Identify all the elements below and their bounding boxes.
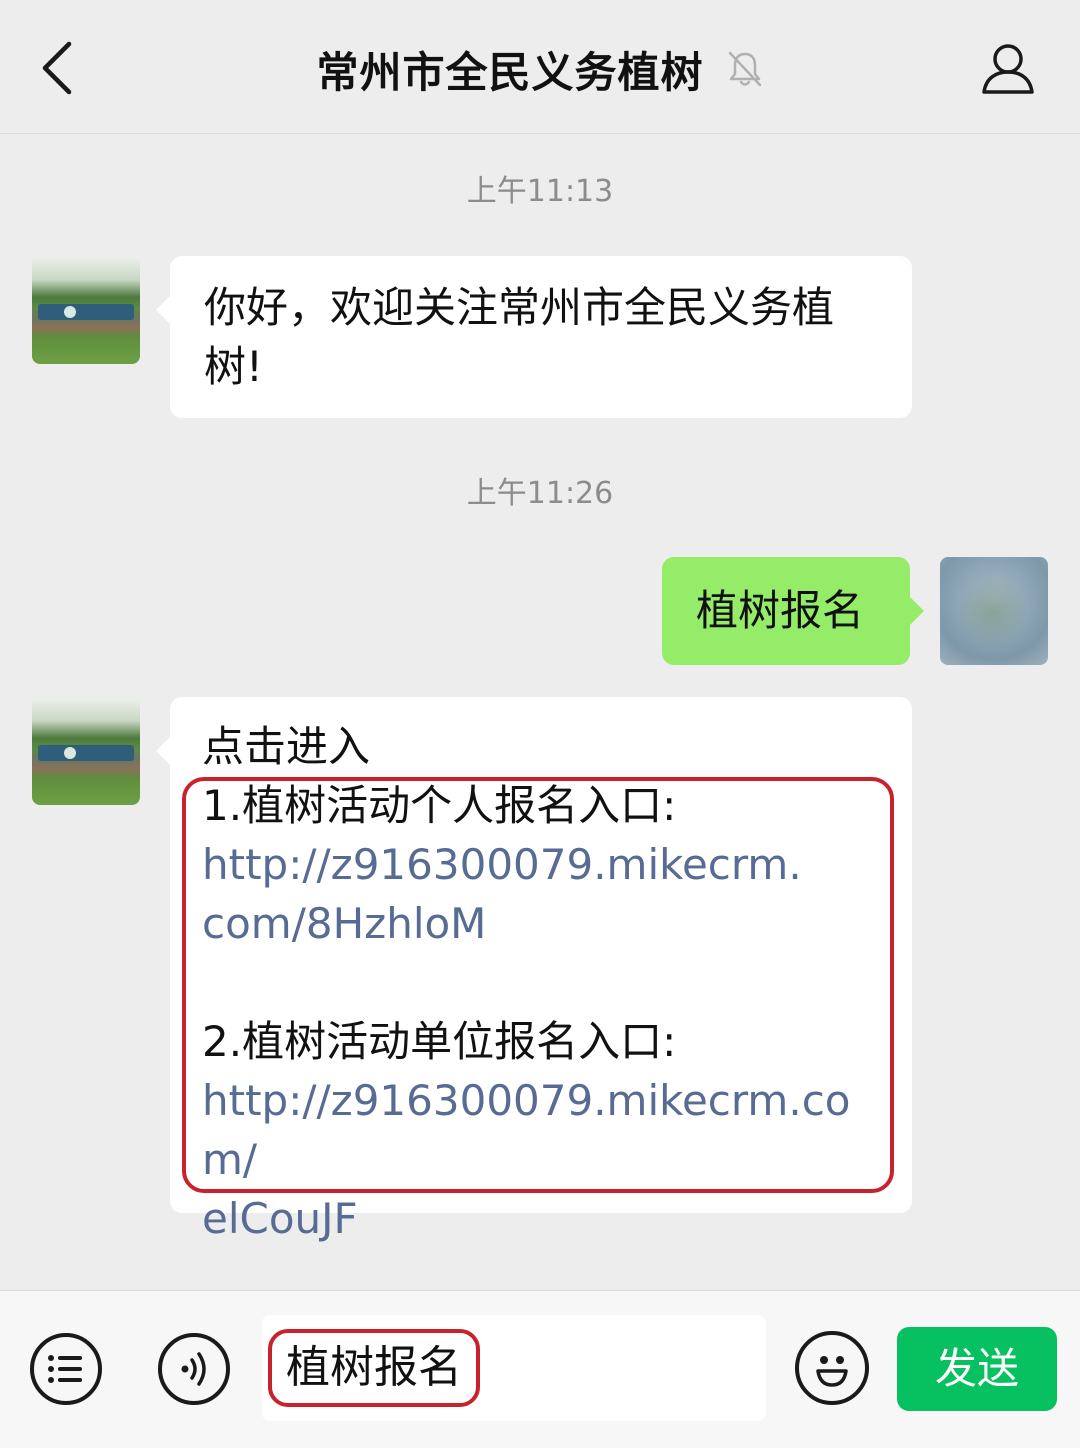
welcome-message-bubble[interactable]: 你好，欢迎关注常州市全民义务植 树! xyxy=(156,256,912,418)
sent-message-text: 植树报名 xyxy=(696,586,865,635)
bell-muted-icon xyxy=(728,51,761,87)
welcome-message-line: 树! xyxy=(204,342,263,391)
group-signup-link[interactable]: elCouJF xyxy=(202,1189,880,1248)
smiley-icon xyxy=(816,1356,848,1387)
message-timestamp: 上午11:26 xyxy=(466,476,614,511)
message-input-value[interactable]: 植树报名 xyxy=(268,1329,480,1407)
official-account-avatar[interactable] xyxy=(32,256,140,364)
list-menu-icon xyxy=(48,1355,82,1383)
title-area: 常州市全民义务植树 xyxy=(0,36,1080,102)
official-account-avatar[interactable] xyxy=(32,697,140,805)
chat-info-button[interactable] xyxy=(976,36,1040,100)
person-icon xyxy=(982,44,1034,94)
reply-intro-text: 点击进入 xyxy=(202,722,371,771)
avatar-sign-graphic xyxy=(38,304,134,320)
emoji-button[interactable] xyxy=(795,1331,869,1405)
menu-button[interactable] xyxy=(30,1333,102,1405)
chat-title: 常州市全民义务植树 xyxy=(316,47,704,97)
user-avatar[interactable] xyxy=(940,557,1048,665)
voice-icon xyxy=(181,1352,206,1386)
welcome-message-line: 你好，欢迎关注常州市全民义务植 xyxy=(204,283,835,332)
avatar-sign-graphic xyxy=(38,745,134,761)
chat-header: 常州市全民义务植树 xyxy=(0,0,1080,134)
message-timestamp: 上午11:13 xyxy=(466,174,614,209)
input-bar: 植树报名 发送 xyxy=(0,1290,1080,1448)
send-button[interactable]: 发送 xyxy=(897,1327,1057,1411)
voice-button[interactable] xyxy=(158,1333,230,1405)
sent-message-bubble[interactable]: 植树报名 xyxy=(662,557,924,665)
links-highlight-annotation xyxy=(182,777,894,1193)
